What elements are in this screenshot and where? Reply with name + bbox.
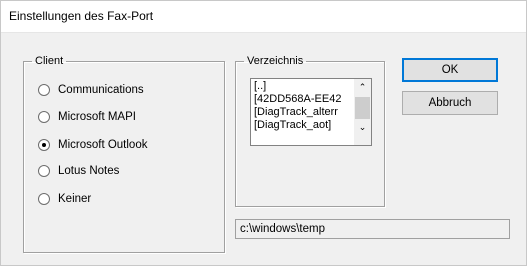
title-bar[interactable]: Einstellungen des Fax-Port [1,1,526,33]
window-title: Einstellungen des Fax-Port [9,9,154,23]
list-item[interactable]: [..] [254,80,352,93]
directory-listbox[interactable]: [..] [42DD568A-EE42 [DiagTrack_alterr [D… [250,78,372,146]
radio-microsoft-mapi[interactable]: Microsoft MAPI [38,110,136,124]
cancel-button[interactable]: Abbruch [402,91,498,115]
list-item[interactable]: [DiagTrack_alterr [254,106,352,119]
radio-unchecked-icon [38,193,50,205]
radio-unchecked-icon [38,111,50,123]
radio-label: Lotus Notes [58,165,120,177]
radio-label: Keiner [58,193,92,205]
list-item[interactable]: [42DD568A-EE42 [254,93,352,106]
client-group-label: Client [35,55,64,67]
client-group: Client Communications Microsoft MAPI Mic… [23,55,225,253]
radio-label: Communications [58,84,144,96]
scroll-thumb[interactable] [355,97,370,119]
radio-checked-icon [38,139,50,151]
ok-button[interactable]: OK [402,58,498,82]
radio-label: Microsoft Outlook [58,139,148,151]
radio-keiner[interactable]: Keiner [38,192,91,206]
radio-unchecked-icon [38,165,50,177]
scroll-down-icon[interactable]: ⌄ [354,119,371,136]
directory-group-label: Verzeichnis [247,55,304,67]
radio-communications[interactable]: Communications [38,83,144,97]
listbox-scrollbar[interactable]: ⌃ ⌄ [354,79,371,145]
radio-label: Microsoft MAPI [58,111,136,123]
radio-unchecked-icon [38,84,50,96]
list-item[interactable]: [DiagTrack_aot] [254,119,352,132]
radio-lotus-notes[interactable]: Lotus Notes [38,164,119,178]
path-field: c:\windows\temp [235,219,510,239]
radio-microsoft-outlook[interactable]: Microsoft Outlook [38,138,147,152]
scroll-up-icon[interactable]: ⌃ [354,79,371,96]
fax-port-settings-dialog: Einstellungen des Fax-Port Client Commun… [0,0,527,266]
